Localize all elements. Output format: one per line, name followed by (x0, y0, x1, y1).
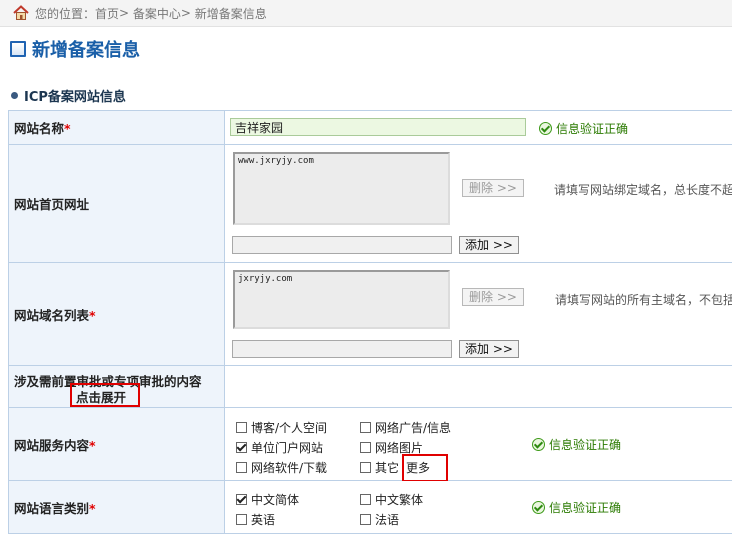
breadcrumb-home[interactable]: 首页 (95, 5, 119, 22)
approval-label-cell: 涉及需前置审批或专项审批的内容 点击展开 (8, 365, 225, 408)
home-url-input[interactable] (232, 236, 452, 254)
breadcrumb-sep: > (119, 6, 133, 20)
domain-input[interactable] (232, 340, 452, 358)
breadcrumb: 您的位置： 首页 > 备案中心 > 新增备案信息 (0, 0, 732, 27)
option-label: 单位门户网站 (251, 441, 324, 455)
home-url-hint: 请填写网站绑定域名，总长度不超过 (554, 183, 732, 197)
site-name-label: 网站名称 (14, 121, 65, 136)
row-approval: 涉及需前置审批或专项审批的内容 点击展开 (8, 365, 732, 408)
option-label: 中文简体 (251, 493, 300, 507)
checkbox-icon[interactable] (360, 442, 371, 453)
breadcrumb-prefix: 您的位置： (35, 6, 96, 21)
breadcrumb-current: 新增备案信息 (194, 6, 267, 21)
service-option-blog[interactable]: 博客/个人空间 (236, 419, 327, 436)
row-home-url: 网站首页网址 www.jxryjy.com 删除 >> 请填写网站绑定域名，总长… (8, 144, 732, 263)
site-name-status: 信息验证正确 (539, 120, 628, 137)
site-name-value-cell: 吉祥家园 信息验证正确 (224, 110, 732, 145)
domain-list-label-cell: 网站域名列表* (8, 262, 225, 366)
home-url-list[interactable]: www.jxryjy.com (233, 152, 450, 225)
option-label: 其它 (375, 461, 400, 475)
checkbox-icon[interactable] (360, 422, 371, 433)
expand-highlight-box (70, 383, 140, 407)
breadcrumb-record-center[interactable]: 备案中心 (133, 5, 181, 22)
checkbox-icon[interactable] (360, 514, 371, 525)
required-mark: * (64, 121, 71, 136)
language-option-fr[interactable]: 法语 (360, 511, 399, 528)
language-label: 网站语言类别 (14, 500, 90, 516)
checkbox-icon[interactable] (360, 494, 371, 505)
home-url-label-cell: 网站首页网址 (8, 144, 225, 263)
language-status-text: 信息验证正确 (549, 501, 622, 515)
domain-list-box[interactable]: jxryjy.com (233, 270, 450, 329)
row-site-name: 网站名称* 吉祥家园 信息验证正确 (8, 110, 732, 145)
language-value-cell: 中文简体 中文繁体 英语 法语 信息验证正确 (224, 480, 732, 534)
home-url-label: 网站首页网址 (14, 197, 90, 212)
service-status-text: 信息验证正确 (549, 438, 622, 452)
check-circle-icon (532, 438, 545, 451)
required-mark: * (89, 307, 96, 323)
more-highlight-box (402, 454, 448, 482)
service-option-portal[interactable]: 单位门户网站 (236, 439, 323, 456)
row-service: 网站服务内容* 博客/个人空间 网络广告/信息 单位门户网站 网络图片 网络软件… (8, 407, 732, 482)
page-title-wrap: 新增备案信息 (10, 36, 140, 62)
service-value-cell: 博客/个人空间 网络广告/信息 单位门户网站 网络图片 网络软件/下载 其它 更… (224, 407, 732, 482)
language-status: 信息验证正确 (532, 499, 621, 516)
service-option-software[interactable]: 网络软件/下载 (236, 459, 327, 476)
domain-list-hint: 请填写网站的所有主域名，不包括二 (555, 293, 732, 307)
checkbox-icon[interactable] (236, 494, 247, 505)
row-domain-list: 网站域名列表* jxryjy.com 删除 >> 请填写网站的所有主域名，不包括… (8, 262, 732, 366)
required-mark: * (89, 437, 96, 453)
service-option-ads[interactable]: 网络广告/信息 (360, 419, 451, 436)
checkbox-icon[interactable] (236, 442, 247, 453)
option-label: 博客/个人空间 (251, 421, 328, 435)
site-name-input[interactable]: 吉祥家园 (230, 118, 526, 136)
section-dot-icon (11, 92, 18, 99)
site-name-status-text: 信息验证正确 (556, 122, 629, 136)
row-language: 网站语言类别* 中文简体 中文繁体 英语 法语 信息验证正确 (8, 480, 732, 534)
service-status: 信息验证正确 (532, 436, 621, 453)
checkbox-icon[interactable] (236, 514, 247, 525)
home-url-add-button[interactable]: 添加 >> (459, 236, 519, 254)
home-icon[interactable] (13, 5, 29, 21)
icp-form-table: 网站名称* 吉祥家园 信息验证正确 网站首页网址 www.jxryjy.com … (8, 110, 732, 534)
domain-list-value-cell: jxryjy.com 删除 >> 请填写网站的所有主域名，不包括二 添加 >> (224, 262, 732, 366)
domain-delete-button[interactable]: 删除 >> (462, 288, 524, 306)
site-name-label-cell: 网站名称* (8, 110, 225, 145)
page-title: 新增备案信息 (32, 40, 140, 61)
domain-list-label: 网站域名列表 (14, 307, 90, 323)
required-mark: * (89, 500, 96, 516)
option-label: 英语 (251, 513, 276, 527)
home-url-value-cell: www.jxryjy.com 删除 >> 请填写网站绑定域名，总长度不超过 添加… (224, 144, 732, 263)
check-circle-icon (539, 122, 552, 135)
language-option-zh-hans[interactable]: 中文简体 (236, 491, 299, 508)
approval-value-cell (224, 365, 732, 408)
option-label: 中文繁体 (375, 493, 424, 507)
section-title: ICP备案网站信息 (24, 90, 126, 105)
section-title-wrap: ICP备案网站信息 (11, 86, 126, 105)
domain-add-button[interactable]: 添加 >> (459, 340, 519, 358)
checkbox-icon[interactable] (236, 422, 247, 433)
service-option-other[interactable]: 其它 (360, 459, 399, 476)
option-label: 网络软件/下载 (251, 461, 328, 475)
check-circle-icon (532, 501, 545, 514)
title-box-icon (10, 41, 26, 57)
home-url-delete-button[interactable]: 删除 >> (462, 179, 524, 197)
option-label: 网络广告/信息 (375, 421, 452, 435)
language-option-zh-hant[interactable]: 中文繁体 (360, 491, 423, 508)
checkbox-icon[interactable] (360, 462, 371, 473)
service-label-cell: 网站服务内容* (8, 407, 225, 481)
checkbox-icon[interactable] (236, 462, 247, 473)
service-label: 网站服务内容 (14, 437, 90, 453)
language-option-en[interactable]: 英语 (236, 511, 275, 528)
language-label-cell: 网站语言类别* (8, 480, 225, 534)
option-label: 法语 (375, 513, 400, 527)
breadcrumb-sep: > (180, 6, 195, 20)
